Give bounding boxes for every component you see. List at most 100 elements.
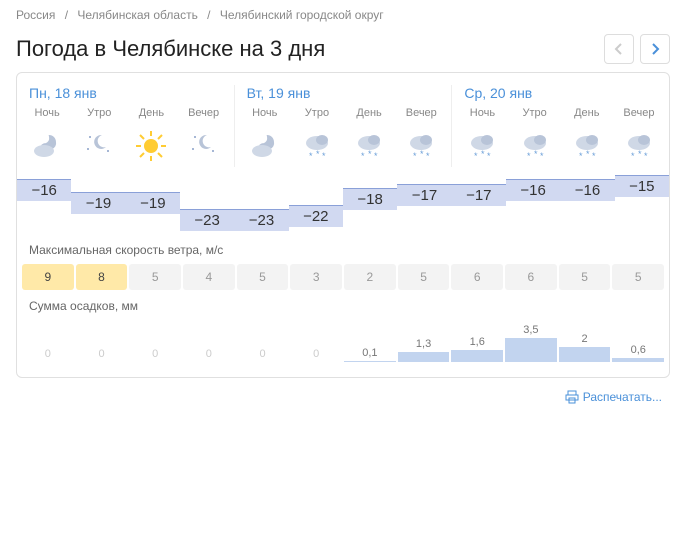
day-label[interactable]: Пн, 18 янв [21, 85, 230, 101]
day-part: Ночь [21, 107, 73, 167]
day-part: Ночь*** [456, 107, 508, 167]
precip-value: 0 [290, 318, 342, 368]
precip-value: 0 [22, 318, 74, 368]
part-label: Ночь [239, 107, 291, 119]
cloud-snow-icon: *** [343, 125, 395, 167]
svg-text:*: * [361, 151, 365, 161]
svg-text:*: * [322, 151, 326, 161]
precip-value: 2 [559, 318, 611, 368]
day-column: Пн, 18 янв НочьУтроДеньВечер [17, 85, 235, 167]
breadcrumb-item[interactable]: Россия [16, 8, 55, 22]
moon-stars-icon [178, 125, 230, 167]
svg-text:*: * [481, 149, 485, 159]
cloud-snow-icon: *** [456, 125, 508, 167]
day-part: Вечер [178, 107, 230, 167]
svg-text:*: * [487, 151, 491, 161]
cloud-snow-icon: *** [509, 125, 561, 167]
cloud-snow-icon: *** [291, 125, 343, 167]
print-link[interactable]: Распечатать... [565, 390, 662, 404]
wind-value: 5 [612, 264, 664, 290]
day-part: Утро*** [509, 107, 561, 167]
temp-value: −23 [180, 209, 234, 231]
chevron-right-icon [650, 42, 660, 56]
part-label: День [561, 107, 613, 119]
part-label: Вечер [395, 107, 447, 119]
wind-value: 4 [183, 264, 235, 290]
chevron-left-icon [614, 42, 624, 56]
moon-cloud-icon [239, 125, 291, 167]
precip-value: 1,3 [398, 318, 450, 368]
cloud-snow-icon: *** [613, 125, 665, 167]
part-label: Утро [73, 107, 125, 119]
temp-value: −17 [452, 184, 506, 206]
part-label: День [343, 107, 395, 119]
part-label: Вечер [613, 107, 665, 119]
cloud-snow-icon: *** [395, 125, 447, 167]
svg-text:*: * [631, 151, 635, 161]
day-part: День*** [343, 107, 395, 167]
svg-text:*: * [426, 151, 430, 161]
temp-value: −19 [126, 192, 180, 214]
day-part: День [125, 107, 177, 167]
wind-value: 5 [237, 264, 289, 290]
part-label: День [125, 107, 177, 119]
precip-value: 0,1 [344, 318, 396, 368]
temp-value: −16 [17, 179, 71, 201]
wind-value: 9 [22, 264, 74, 290]
day-part: День*** [561, 107, 613, 167]
part-label: Ночь [21, 107, 73, 119]
day-part: Вечер*** [395, 107, 447, 167]
svg-text:*: * [374, 151, 378, 161]
day-part: Вечер *** [613, 107, 665, 167]
day-column: Вт, 19 янвНочьУтро***День***Вечер*** [235, 85, 453, 167]
temp-value: −15 [615, 175, 669, 197]
precip-value: 0 [183, 318, 235, 368]
precip-value: 3,5 [505, 318, 557, 368]
part-label: Утро [291, 107, 343, 119]
breadcrumb-item[interactable]: Челябинский городской округ [220, 8, 384, 22]
wind-value: 6 [451, 264, 503, 290]
prev-button[interactable] [604, 34, 634, 64]
page-title: Погода в Челябинске на 3 дня [16, 36, 325, 62]
svg-text:*: * [592, 151, 596, 161]
svg-text:*: * [316, 149, 320, 159]
moon-cloud-icon [21, 125, 73, 167]
temp-value: −19 [71, 192, 125, 214]
svg-text:*: * [420, 149, 424, 159]
next-button[interactable] [640, 34, 670, 64]
precip-value: 0 [76, 318, 128, 368]
svg-text:*: * [579, 151, 583, 161]
svg-text:*: * [534, 149, 538, 159]
temp-value: −16 [506, 179, 560, 201]
breadcrumb-item[interactable]: Челябинская область [77, 8, 197, 22]
svg-text:*: * [540, 151, 544, 161]
sun-icon [125, 125, 177, 167]
precip-value: 1,6 [451, 318, 503, 368]
forecast-card: Пн, 18 янвНочьУтроДеньВечерВт, 19 янвНоч… [16, 72, 670, 378]
wind-value: 5 [398, 264, 450, 290]
print-icon [565, 390, 579, 404]
wind-section-label: Максимальная скорость ветра, м/с [17, 235, 669, 263]
day-part: Утро *** [291, 107, 343, 167]
precip-section-label: Сумма осадков, мм [17, 291, 669, 319]
part-label: Ночь [456, 107, 508, 119]
moon-stars-icon [73, 125, 125, 167]
day-label[interactable]: Ср, 20 янв [456, 85, 665, 101]
temp-value: −17 [397, 184, 451, 206]
wind-value: 3 [290, 264, 342, 290]
svg-text:*: * [638, 149, 642, 159]
temp-value: −16 [560, 179, 614, 201]
wind-value: 5 [559, 264, 611, 290]
day-column: Ср, 20 янвНочь***Утро***День***Вечер*** [452, 85, 669, 167]
svg-text:*: * [413, 151, 417, 161]
wind-value: 5 [129, 264, 181, 290]
part-label: Утро [509, 107, 561, 119]
svg-text:*: * [527, 151, 531, 161]
day-label[interactable]: Вт, 19 янв [239, 85, 448, 101]
part-label: Вечер [178, 107, 230, 119]
precip-value: 0,6 [612, 318, 664, 368]
breadcrumb: Россия / Челябинская область / Челябинск… [0, 0, 686, 30]
temp-value: −22 [289, 205, 343, 227]
svg-text:*: * [474, 151, 478, 161]
precip-value: 0 [237, 318, 289, 368]
